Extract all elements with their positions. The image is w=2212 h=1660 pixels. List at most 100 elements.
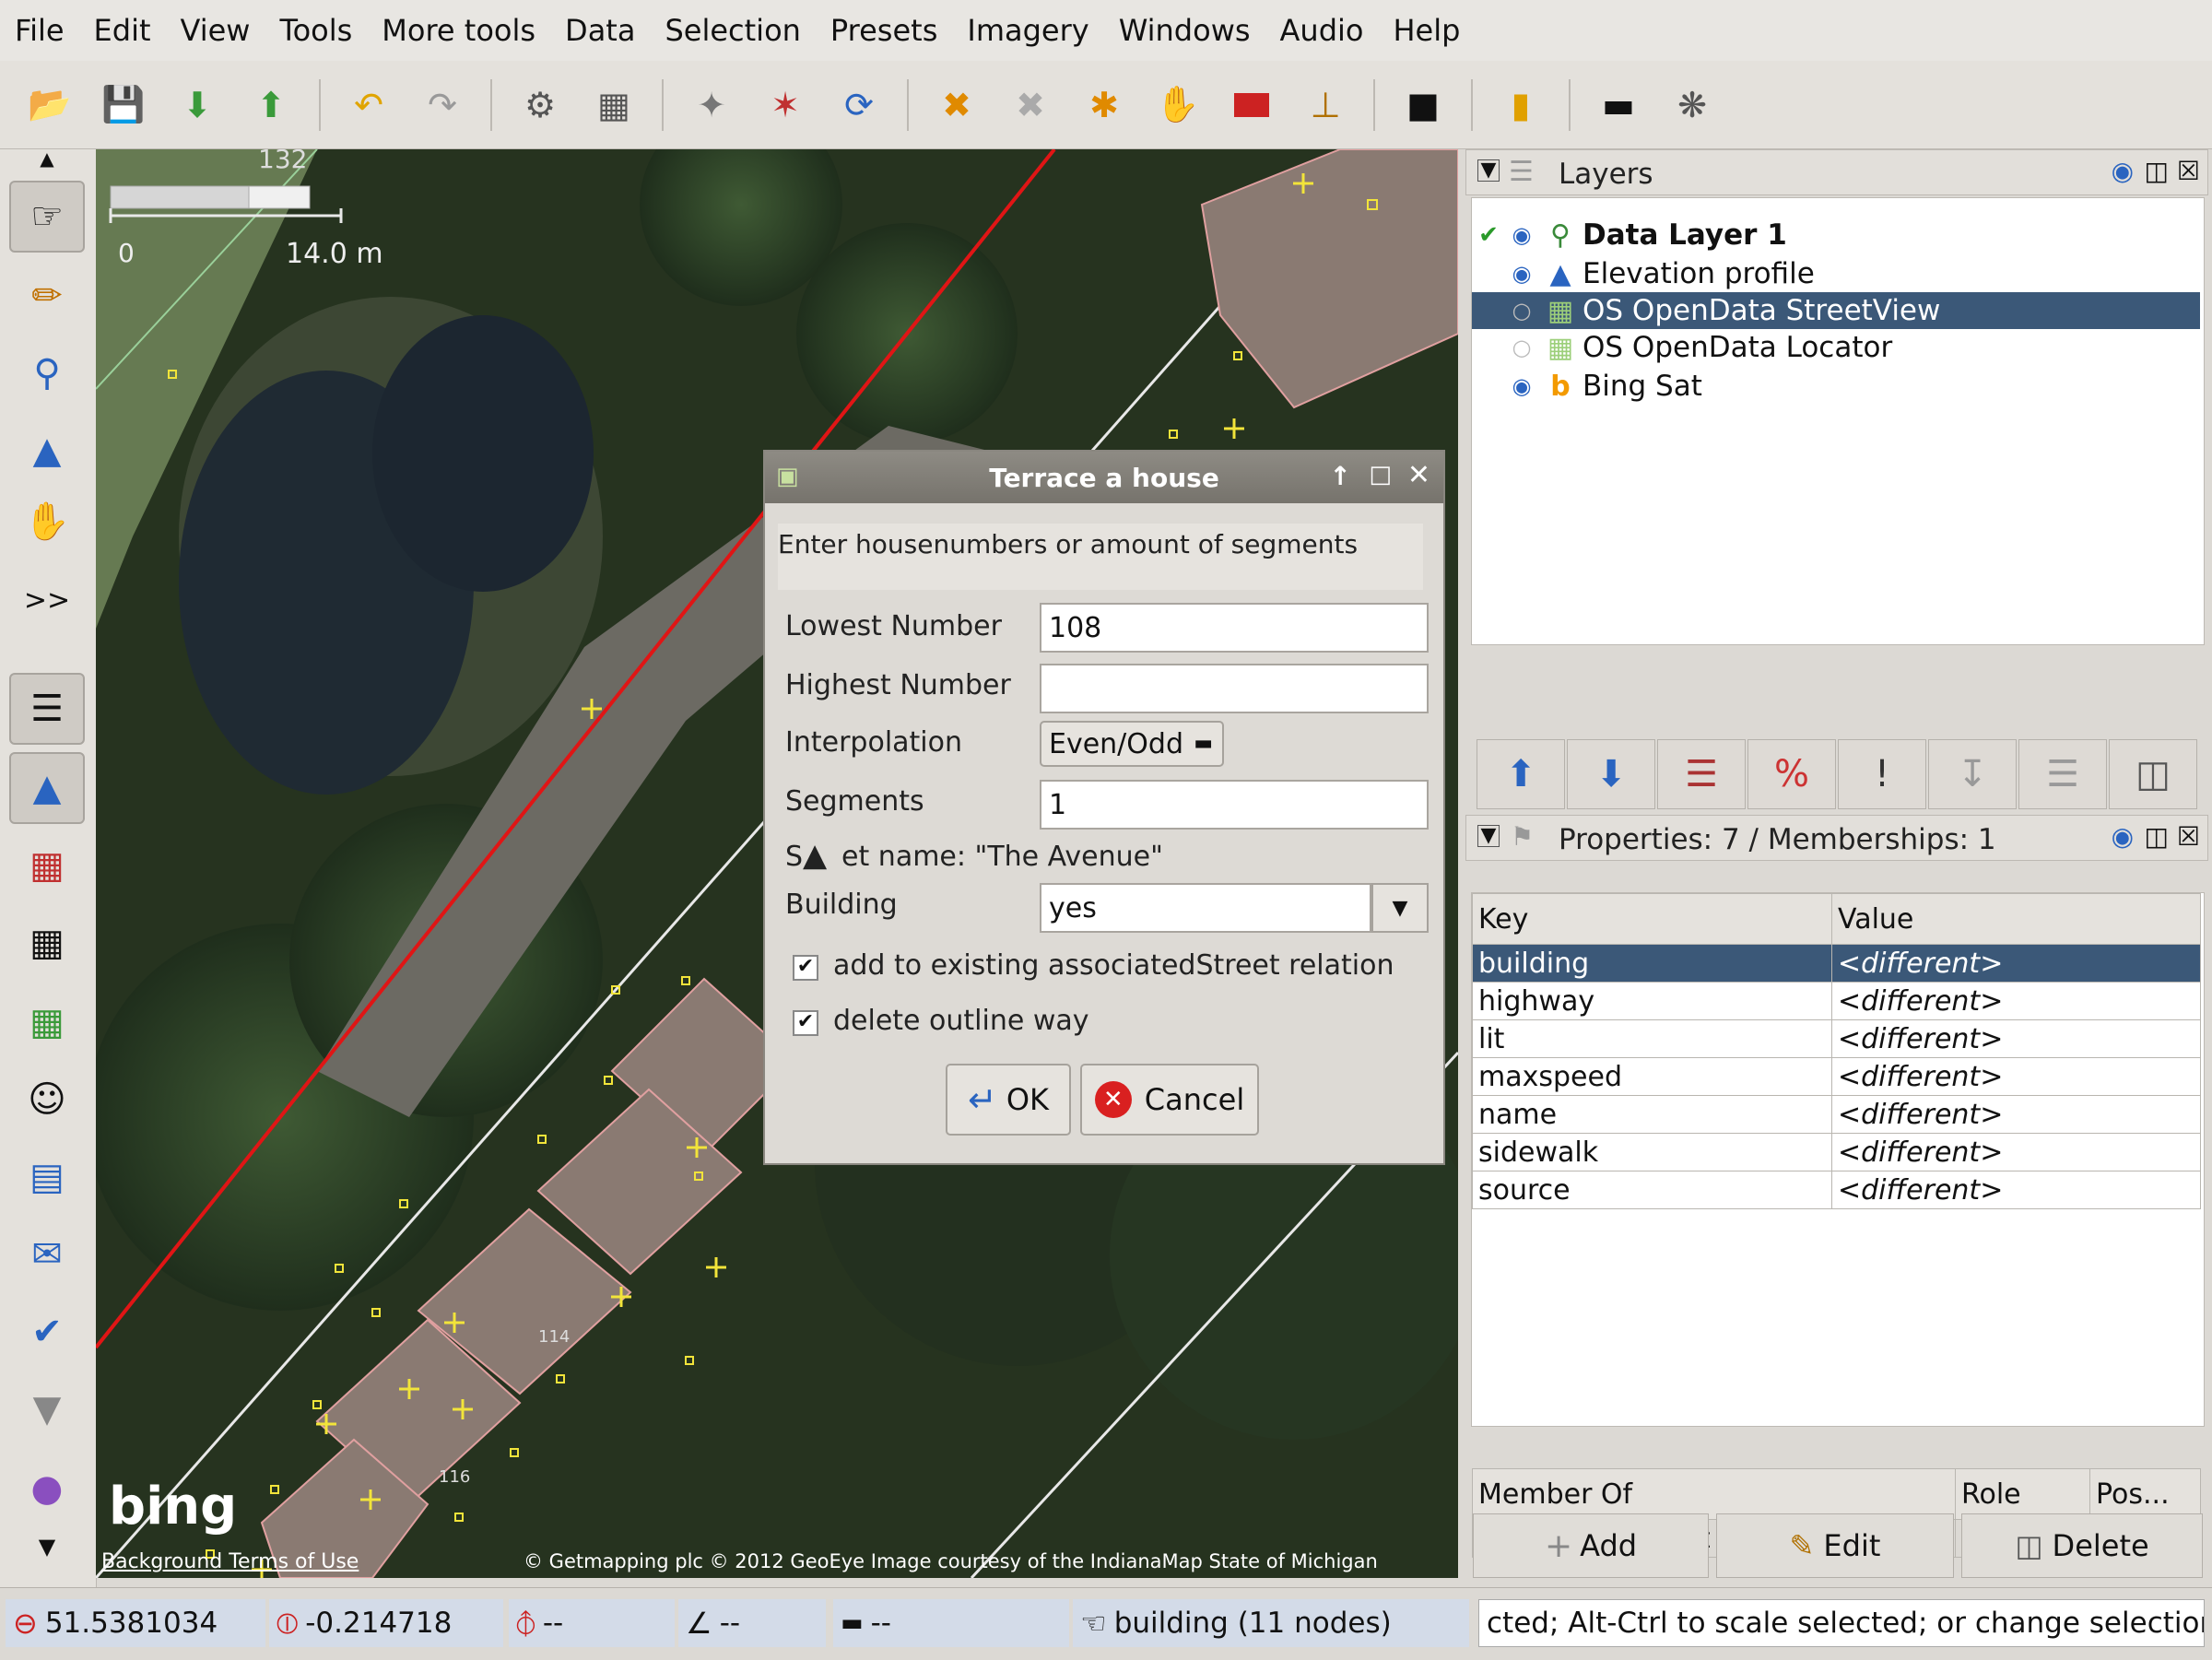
layer-row[interactable]: ✔ ◉ ⚲ Data Layer 1: [1472, 217, 2200, 253]
filter-icon[interactable]: ▼: [9, 1373, 85, 1445]
ok-button[interactable]: ↵ OK: [946, 1064, 1071, 1136]
authors-icon[interactable]: ☺: [9, 1064, 85, 1136]
building-dropdown-button[interactable]: ▼: [1371, 883, 1429, 933]
zoom-tool-icon[interactable]: ⚲: [9, 337, 85, 409]
draw-tool-icon[interactable]: ✏: [9, 260, 85, 332]
value-column-header[interactable]: Value: [1831, 893, 2201, 945]
layer-row[interactable]: ◉ ▲ Elevation profile: [1472, 255, 2200, 292]
settings-icon[interactable]: ❋: [1664, 77, 1721, 134]
delete-tag-button[interactable]: ◫ Delete: [1961, 1513, 2203, 1578]
tag-row[interactable]: building <different>: [1472, 944, 2201, 983]
open-icon[interactable]: 📂: [21, 77, 78, 134]
tags-toggle-icon[interactable]: ▲: [9, 752, 85, 824]
collapse-icon[interactable]: ▼: [1477, 159, 1500, 182]
hidden-eye-icon[interactable]: ○: [1505, 298, 1538, 324]
delete-outline-checkbox[interactable]: ✔: [793, 1010, 818, 1036]
refresh-icon[interactable]: ⟳: [830, 77, 888, 134]
menu-edit[interactable]: Edit: [79, 13, 166, 48]
style-palette-icon[interactable]: ●: [9, 1453, 85, 1525]
bed-icon[interactable]: ▬: [1590, 77, 1647, 134]
move-up-button[interactable]: ⬆: [1477, 739, 1565, 809]
segments-input[interactable]: 1: [1040, 780, 1429, 830]
visible-eye-icon[interactable]: ◉: [1505, 261, 1538, 287]
tag-row[interactable]: source <different>: [1472, 1171, 2201, 1209]
position-column-header[interactable]: Pos...: [2089, 1468, 2201, 1520]
dialog-pin-icon[interactable]: ↑: [1330, 461, 1351, 491]
show-icon[interactable]: ◉: [2112, 156, 2134, 186]
message-icon[interactable]: ✉: [9, 1219, 85, 1290]
menu-help[interactable]: Help: [1378, 13, 1475, 48]
associated-street-checkbox[interactable]: ✔: [793, 955, 818, 981]
collapse-icon[interactable]: ▼: [1477, 825, 1500, 847]
menu-tools[interactable]: Tools: [265, 13, 367, 48]
edit-tag-button[interactable]: ✎ Edit: [1716, 1513, 1954, 1578]
scroll-down-icon[interactable]: ▼: [9, 1526, 85, 1567]
background-terms-link[interactable]: Background Terms of Use: [101, 1550, 359, 1573]
menu-data[interactable]: Data: [550, 13, 650, 48]
building-icon[interactable]: ▮: [1492, 77, 1549, 134]
close-icon[interactable]: ☒: [2177, 821, 2200, 852]
close-icon[interactable]: ☒: [2177, 156, 2200, 186]
menu-imagery[interactable]: Imagery: [952, 13, 1103, 48]
align-icon[interactable]: ✱: [1076, 77, 1133, 134]
menu-audio[interactable]: Audio: [1265, 13, 1379, 48]
detach-icon[interactable]: ◫: [2145, 821, 2169, 852]
role-column-header[interactable]: Role: [1955, 1468, 2090, 1520]
menu-file[interactable]: File: [0, 13, 79, 48]
member-of-column-header[interactable]: Member Of: [1472, 1468, 1956, 1520]
tag-row[interactable]: lit <different>: [1472, 1019, 2201, 1058]
opacity-button[interactable]: %: [1747, 739, 1836, 809]
menu-presets[interactable]: Presets: [816, 13, 952, 48]
visible-eye-icon[interactable]: ◉: [1505, 222, 1538, 248]
menu-selection[interactable]: Selection: [650, 13, 815, 48]
pan-tool-icon[interactable]: ✋: [9, 485, 85, 557]
selection-list-icon[interactable]: ▦: [9, 907, 85, 979]
save-icon[interactable]: 💾: [95, 77, 152, 134]
commands-icon[interactable]: ▦: [9, 986, 85, 1058]
merge-layer-button[interactable]: ↧: [1928, 739, 2017, 809]
key-column-header[interactable]: Key: [1472, 893, 1832, 945]
hidden-eye-icon[interactable]: ○: [1505, 335, 1538, 360]
lowest-number-input[interactable]: 108: [1040, 603, 1429, 653]
layer-row[interactable]: ○ ▦ OS OpenData Locator: [1472, 329, 2200, 366]
layers-toggle-icon[interactable]: ☰: [9, 673, 85, 745]
visible-eye-icon[interactable]: ◉: [1505, 373, 1538, 399]
layer-row[interactable]: ◉ b Bing Sat: [1472, 368, 2200, 405]
more-tools-icon[interactable]: >>: [9, 564, 85, 636]
tag-row[interactable]: sidewalk <different>: [1472, 1133, 2201, 1171]
dialog-maximize-icon[interactable]: □: [1369, 461, 1392, 489]
menu-windows[interactable]: Windows: [1104, 13, 1265, 48]
select-tool-icon[interactable]: ☞: [9, 181, 85, 253]
delete-layer-button[interactable]: ◫: [2109, 739, 2197, 809]
relation-icon[interactable]: ▦: [9, 830, 85, 901]
interpolation-select[interactable]: Even/Odd ▬: [1040, 721, 1224, 767]
duplicate-layer-button[interactable]: ☰: [2018, 739, 2107, 809]
undo-icon[interactable]: ↶: [340, 77, 397, 134]
add-tag-button[interactable]: + Add: [1473, 1513, 1709, 1578]
split-icon[interactable]: ✖: [928, 77, 985, 134]
routing-icon[interactable]: ✶: [757, 77, 814, 134]
tag-row[interactable]: highway <different>: [1472, 982, 2201, 1020]
preferences-icon[interactable]: ⚙: [512, 77, 569, 134]
dialog-title-bar[interactable]: ▣ Terrace a house ↑ □ ✕: [765, 452, 1443, 503]
menu-view[interactable]: View: [166, 13, 265, 48]
layer-row[interactable]: ○ ▦ OS OpenData StreetView: [1472, 292, 2200, 329]
history-icon[interactable]: ▤: [9, 1141, 85, 1213]
activate-layer-button[interactable]: ☰: [1657, 739, 1746, 809]
download-icon[interactable]: ⬇: [169, 77, 226, 134]
bus-icon[interactable]: ■: [1394, 77, 1452, 134]
upload-icon[interactable]: ⬆: [242, 77, 300, 134]
detach-icon[interactable]: ◫: [2145, 156, 2169, 186]
wireframe-icon[interactable]: ▦: [585, 77, 642, 134]
merge-icon[interactable]: ✖: [1002, 77, 1059, 134]
building-combo-input[interactable]: yes: [1040, 883, 1371, 933]
hand-icon[interactable]: ✋: [1149, 77, 1206, 134]
terrace-icon[interactable]: ⊥: [1297, 77, 1354, 134]
layer-info-button[interactable]: !: [1838, 739, 1926, 809]
elevation-tool-icon[interactable]: ▲: [9, 415, 85, 487]
move-down-button[interactable]: ⬇: [1567, 739, 1655, 809]
highlight-icon[interactable]: [1223, 77, 1280, 134]
tag-row[interactable]: maxspeed <different>: [1472, 1057, 2201, 1096]
tag-row[interactable]: name <different>: [1472, 1095, 2201, 1134]
validation-icon[interactable]: ✔: [9, 1296, 85, 1368]
